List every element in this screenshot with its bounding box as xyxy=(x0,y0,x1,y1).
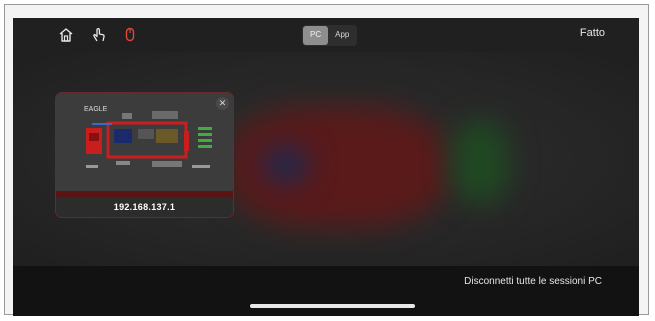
blurred-window-detail xyxy=(453,122,508,202)
pc-app-segmented-control: PC App xyxy=(302,25,358,46)
close-icon: ✕ xyxy=(218,98,227,108)
blurred-window-detail xyxy=(263,147,308,182)
remote-screen: PC App Fatto EAGLE ✕ 192.168.137.1 Disco… xyxy=(13,18,639,316)
hand-touch-icon[interactable] xyxy=(90,26,108,44)
session-card[interactable]: EAGLE ✕ 192.168.137.1 xyxy=(55,92,234,218)
eagle-thumbnail-image: EAGLE xyxy=(56,93,233,191)
home-indicator[interactable] xyxy=(250,304,415,308)
segment-pc[interactable]: PC xyxy=(303,26,329,45)
done-button[interactable]: Fatto xyxy=(580,27,605,39)
session-background: EAGLE ✕ 192.168.137.1 xyxy=(13,52,639,266)
thumbnail-title: EAGLE xyxy=(84,106,108,113)
session-ip-label: 192.168.137.1 xyxy=(56,197,233,217)
top-toolbar: PC App Fatto xyxy=(13,18,639,52)
session-thumbnail[interactable]: EAGLE ✕ xyxy=(56,93,233,191)
segment-app[interactable]: App xyxy=(328,26,356,45)
mouse-icon[interactable] xyxy=(121,26,139,44)
close-session-button[interactable]: ✕ xyxy=(216,97,229,110)
blurred-window xyxy=(228,107,448,227)
bottom-bar: Disconnetti tutte le sessioni PC xyxy=(13,266,639,316)
home-icon[interactable] xyxy=(57,26,75,44)
disconnect-all-button[interactable]: Disconnetti tutte le sessioni PC xyxy=(464,276,602,287)
